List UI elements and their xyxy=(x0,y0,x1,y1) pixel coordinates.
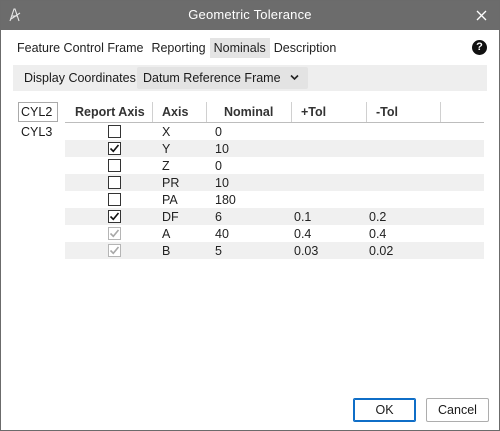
display-coordinates-row: Display Coordinates Datum Reference Fram… xyxy=(13,65,487,91)
geometric-tolerance-dialog: Geometric Tolerance Feature Control Fram… xyxy=(0,0,500,431)
tab-bar: Feature Control Frame Reporting Nominals… xyxy=(13,38,340,58)
axis-cell: B xyxy=(162,244,171,258)
nominal-cell[interactable]: 5 xyxy=(215,244,222,258)
report-axis-checkbox[interactable] xyxy=(108,210,121,223)
tab-reporting[interactable]: Reporting xyxy=(147,38,209,58)
header-minus-tol: -Tol xyxy=(367,102,441,122)
cancel-button[interactable]: Cancel xyxy=(426,398,489,422)
tab-nominals[interactable]: Nominals xyxy=(209,38,270,58)
checkmark-icon xyxy=(109,229,120,238)
nominals-table: Report Axis Axis Nominal +Tol -Tol X 0 Y… xyxy=(65,102,484,259)
axis-cell: A xyxy=(162,227,171,241)
minus-tol-cell[interactable]: 0.4 xyxy=(369,227,386,241)
table-row: PR 10 xyxy=(65,174,484,191)
title-bar: Geometric Tolerance xyxy=(1,1,499,30)
checkmark-icon xyxy=(109,246,120,255)
report-axis-checkbox[interactable] xyxy=(108,125,121,138)
nominal-cell[interactable]: 0 xyxy=(215,159,222,173)
minus-tol-cell[interactable]: 0.2 xyxy=(369,210,386,224)
report-axis-checkbox[interactable] xyxy=(108,159,121,172)
report-axis-checkbox xyxy=(108,227,121,240)
table-row: A 40 0.4 0.4 xyxy=(65,225,484,242)
nominal-cell[interactable]: 180 xyxy=(215,193,236,207)
checkmark-icon xyxy=(109,144,120,153)
axis-cell: X xyxy=(162,125,171,139)
close-icon xyxy=(476,10,486,21)
table-row: PA 180 xyxy=(65,191,484,208)
report-axis-checkbox[interactable] xyxy=(108,176,121,189)
nominal-cell[interactable]: 40 xyxy=(215,227,229,241)
feature-item-cyl3[interactable]: CYL3 xyxy=(18,122,58,142)
tab-feature-control-frame[interactable]: Feature Control Frame xyxy=(13,38,147,58)
display-coordinates-select[interactable]: Datum Reference Frame xyxy=(137,67,308,89)
table-row: B 5 0.03 0.02 xyxy=(65,242,484,259)
nominal-cell[interactable]: 0 xyxy=(215,125,222,139)
report-axis-checkbox xyxy=(108,244,121,257)
display-coordinates-value: Datum Reference Frame xyxy=(143,71,281,85)
header-blank xyxy=(441,102,484,122)
report-axis-checkbox[interactable] xyxy=(108,142,121,155)
table-row: Z 0 xyxy=(65,157,484,174)
table-header: Report Axis Axis Nominal +Tol -Tol xyxy=(65,102,484,123)
plus-tol-cell[interactable]: 0.1 xyxy=(294,210,311,224)
nominal-cell[interactable]: 10 xyxy=(215,142,229,156)
header-nominal: Nominal xyxy=(207,102,292,122)
nominal-cell[interactable]: 10 xyxy=(215,176,229,190)
ok-button[interactable]: OK xyxy=(353,398,416,422)
table-row: X 0 xyxy=(65,123,484,140)
report-axis-checkbox[interactable] xyxy=(108,193,121,206)
header-axis: Axis xyxy=(153,102,207,122)
chevron-down-icon xyxy=(290,74,299,81)
axis-cell: DF xyxy=(162,210,179,224)
display-coordinates-label: Display Coordinates xyxy=(24,71,136,85)
table-row: DF 6 0.1 0.2 xyxy=(65,208,484,225)
plus-tol-cell[interactable]: 0.03 xyxy=(294,244,318,258)
feature-list: CYL2 CYL3 xyxy=(18,102,58,142)
minus-tol-cell[interactable]: 0.02 xyxy=(369,244,393,258)
table-row: Y 10 xyxy=(65,140,484,157)
checkmark-icon xyxy=(109,212,120,221)
plus-tol-cell[interactable]: 0.4 xyxy=(294,227,311,241)
header-report-axis: Report Axis xyxy=(65,102,153,122)
nominal-cell[interactable]: 6 xyxy=(215,210,222,224)
help-icon[interactable]: ? xyxy=(472,40,487,55)
axis-cell: PA xyxy=(162,193,178,207)
feature-item-cyl2[interactable]: CYL2 xyxy=(18,102,58,122)
tab-description[interactable]: Description xyxy=(270,38,341,58)
axis-cell: Y xyxy=(162,142,171,156)
close-button[interactable] xyxy=(463,1,499,30)
axis-cell: Z xyxy=(162,159,170,173)
axis-cell: PR xyxy=(162,176,180,190)
window-title: Geometric Tolerance xyxy=(188,7,312,22)
header-plus-tol: +Tol xyxy=(292,102,367,122)
